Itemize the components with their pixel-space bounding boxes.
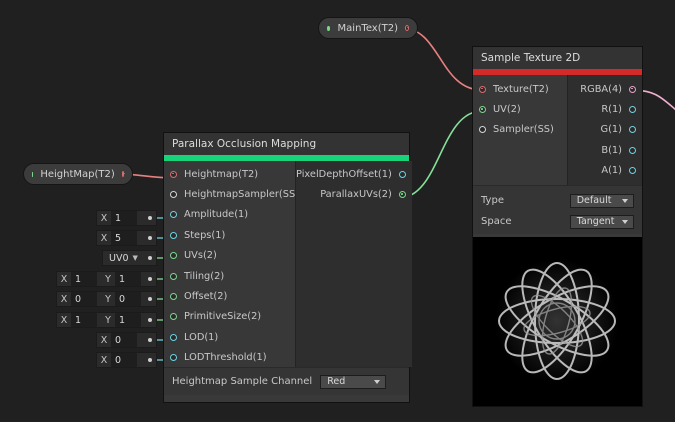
sample-output-a[interactable]: A(1) [568, 161, 642, 181]
tiling-value-field[interactable]: X 1 Y 1 [56, 271, 157, 287]
port-icon[interactable] [170, 231, 177, 239]
port-icon[interactable] [170, 211, 177, 219]
port-icon[interactable] [398, 191, 406, 199]
port-icon[interactable] [170, 293, 177, 301]
primitive-size-value-field[interactable]: X 1 Y 1 [56, 312, 157, 328]
lod-x-input[interactable]: 0 [111, 333, 137, 347]
uvs-channel-field[interactable]: UV0 ▼ [102, 250, 157, 266]
offset-x-input[interactable]: 0 [71, 292, 97, 306]
offset-value-field[interactable]: X 0 Y 0 [56, 291, 157, 307]
connector-dot-icon [148, 256, 152, 260]
sample-output-r[interactable]: R(1) [568, 99, 642, 119]
uvs-channel-select[interactable]: UV0 ▼ [103, 251, 138, 265]
primitive-size-y-input[interactable]: 1 [115, 313, 141, 327]
tiling-y-input[interactable]: 1 [115, 272, 141, 286]
pom-output-parallax-uvs[interactable]: ParallaxUVs(2) [296, 184, 412, 204]
sample-input-sampler[interactable]: Sampler(SS) [473, 120, 567, 140]
maintex-label: MainTex(T2) [337, 22, 398, 34]
type-row: Type Default [473, 190, 642, 211]
type-dropdown[interactable]: Default [569, 193, 634, 208]
port-icon[interactable] [629, 167, 636, 175]
port-icon[interactable] [170, 354, 177, 362]
chevron-down-icon [374, 379, 381, 384]
port-icon[interactable] [170, 333, 177, 341]
port-icon[interactable] [479, 126, 486, 134]
pom-input-tiling[interactable]: Tiling(2) [164, 266, 295, 286]
amplitude-value-field[interactable]: X 1 [96, 210, 157, 226]
heightmap-sample-channel-label: Heightmap Sample Channel [172, 376, 313, 387]
pom-input-offset[interactable]: Offset(2) [164, 286, 295, 306]
pom-input-heightmap[interactable]: Heightmap(T2) [164, 164, 295, 184]
sample-output-g[interactable]: G(1) [568, 120, 642, 140]
texture-preview-image [473, 237, 642, 406]
pom-input-steps[interactable]: Steps(1) [164, 225, 295, 245]
pom-input-heightmap-sampler[interactable]: HeightmapSampler(SS) [164, 184, 299, 204]
type-label: Type [481, 195, 504, 206]
heightmap-property-node[interactable]: HeightMap(T2) [23, 163, 133, 185]
lod-threshold-x-input[interactable]: 0 [111, 353, 137, 367]
chevron-down-icon [622, 219, 628, 224]
port-icon[interactable] [170, 191, 177, 199]
port-icon[interactable] [479, 85, 486, 93]
chevron-down-icon: ▼ [132, 254, 138, 262]
tiling-x-input[interactable]: 1 [71, 272, 97, 286]
lod-threshold-value-field[interactable]: X 0 [96, 352, 157, 368]
space-label: Space [481, 216, 512, 227]
property-indicator-icon [327, 25, 330, 31]
port-icon[interactable] [479, 106, 486, 114]
heightmap-sample-channel-dropdown[interactable]: Red [320, 374, 387, 389]
maintex-output-port[interactable] [404, 25, 409, 31]
connector-dot-icon [148, 277, 152, 281]
port-icon[interactable] [629, 126, 636, 134]
wire-maintex-to-texture [401, 27, 483, 91]
port-icon[interactable] [629, 106, 636, 114]
port-icon[interactable] [170, 170, 177, 178]
sample-input-uv[interactable]: UV(2) [473, 99, 567, 119]
pom-input-lod[interactable]: LOD(1) [164, 327, 295, 347]
pom-footer: Heightmap Sample Channel Red [164, 367, 409, 395]
chevron-down-icon [622, 198, 628, 203]
heightmap-output-port[interactable] [121, 171, 126, 177]
offset-y-input[interactable]: 0 [115, 292, 141, 306]
space-dropdown[interactable]: Tangent [569, 214, 634, 229]
connector-dot-icon [148, 318, 152, 322]
lod-value-field[interactable]: X 0 [96, 332, 157, 348]
port-icon[interactable] [398, 170, 406, 178]
parallax-occlusion-mapping-node[interactable]: Parallax Occlusion Mapping Heightmap(T2)… [164, 133, 412, 402]
connector-dot-icon [148, 216, 152, 220]
steps-x-input[interactable]: 5 [111, 231, 137, 245]
connector-dot-icon [148, 338, 152, 342]
pom-input-lod-threshold[interactable]: LODThreshold(1) [164, 348, 295, 368]
port-icon[interactable] [170, 252, 177, 260]
port-icon[interactable] [170, 313, 177, 321]
pom-input-uvs[interactable]: UVs(2) [164, 246, 295, 266]
connector-dot-icon [148, 236, 152, 240]
amplitude-x-input[interactable]: 1 [111, 211, 137, 225]
connector-dot-icon [148, 358, 152, 362]
pom-input-amplitude[interactable]: Amplitude(1) [164, 205, 295, 225]
texture-preview [473, 237, 642, 406]
connector-dot-icon [148, 297, 152, 301]
port-icon[interactable] [629, 146, 636, 154]
pom-output-pixel-depth-offset[interactable]: PixelDepthOffset(1) [296, 164, 412, 184]
space-row: Space Tangent [473, 211, 642, 232]
heightmap-label: HeightMap(T2) [40, 168, 115, 180]
port-icon[interactable] [629, 85, 636, 93]
sample-input-texture[interactable]: Texture(T2) [473, 79, 567, 99]
sample-node-title[interactable]: Sample Texture 2D [473, 47, 642, 69]
sample-output-b[interactable]: B(1) [568, 140, 642, 160]
port-icon[interactable] [170, 272, 177, 280]
steps-value-field[interactable]: X 5 [96, 230, 157, 246]
primitive-size-x-input[interactable]: 1 [71, 313, 97, 327]
pom-node-title[interactable]: Parallax Occlusion Mapping [164, 133, 409, 155]
sample-output-rgba[interactable]: RGBA(4) [568, 79, 642, 99]
maintex-property-node[interactable]: MainTex(T2) [318, 17, 418, 39]
pom-input-primitive-size[interactable]: PrimitiveSize(2) [164, 307, 295, 327]
